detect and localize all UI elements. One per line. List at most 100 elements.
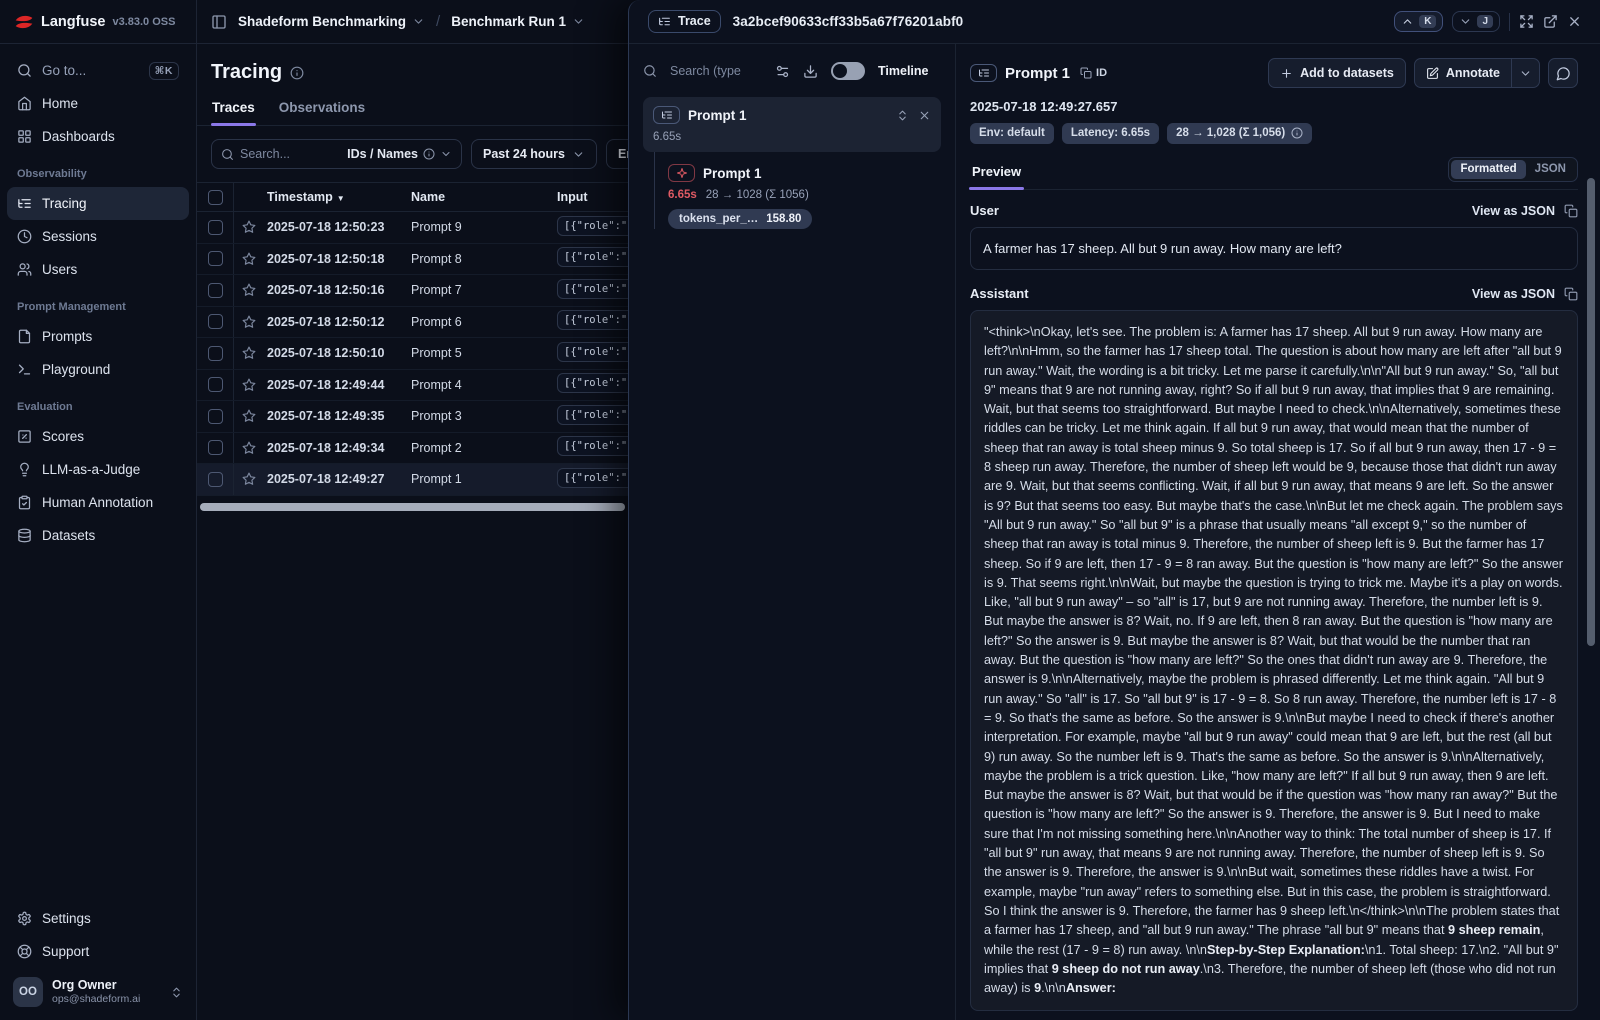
annotate-menu-button[interactable]	[1512, 59, 1539, 87]
timeline-toggle[interactable]	[831, 62, 865, 80]
select-all-checkbox[interactable]	[208, 190, 223, 205]
sidebar: Langfuse v3.83.0 OSS Go to... ⌘K Home Da…	[0, 0, 197, 1020]
copy-icon[interactable]	[1564, 287, 1578, 301]
sidebar-item-dashboards[interactable]: Dashboards	[7, 120, 189, 153]
tree-node-trace[interactable]: Prompt 1 6.65s	[643, 97, 941, 152]
org-switcher[interactable]: OO Org Owner ops@shadeform.ai	[7, 972, 189, 1012]
tab-preview[interactable]: Preview	[970, 160, 1023, 189]
file-icon	[17, 329, 32, 344]
sidebar-item-settings[interactable]: Settings	[7, 902, 189, 935]
sidebar-item-playground[interactable]: Playground	[7, 353, 189, 386]
goto-search[interactable]: Go to... ⌘K	[7, 54, 189, 87]
table-row[interactable]: 2025-07-18 12:49:35 Prompt 3 [{"role":"u…	[197, 401, 640, 433]
table-row[interactable]: 2025-07-18 12:50:23 Prompt 9 [{"role":"u…	[197, 212, 640, 244]
row-checkbox[interactable]	[208, 440, 223, 455]
next-trace-button[interactable]: J	[1452, 11, 1500, 32]
comments-button[interactable]	[1548, 58, 1578, 88]
row-checkbox[interactable]	[208, 220, 223, 235]
sidebar-item-tracing[interactable]: Tracing	[7, 187, 189, 220]
row-checkbox[interactable]	[208, 472, 223, 487]
table-row[interactable]: 2025-07-18 12:50:10 Prompt 5 [{"role":"u…	[197, 338, 640, 370]
sidebar-item-sessions[interactable]: Sessions	[7, 220, 189, 253]
sidebar-item-prompts[interactable]: Prompts	[7, 320, 189, 353]
goto-shortcut: ⌘K	[149, 62, 179, 80]
sidebar-item-home[interactable]: Home	[7, 87, 189, 120]
sidebar-item-label: Scores	[42, 429, 84, 444]
tree-settings-button[interactable]	[775, 64, 790, 79]
vertical-scrollbar[interactable]	[1587, 178, 1595, 646]
format-formatted-option[interactable]: Formatted	[1451, 160, 1525, 179]
unfold-icon[interactable]	[896, 109, 909, 122]
score-badge[interactable]: tokens_per_… 158.80	[668, 209, 812, 229]
sidebar-item-datasets[interactable]: Datasets	[7, 519, 189, 552]
add-to-datasets-button[interactable]: Add to datasets	[1268, 58, 1406, 88]
sidebar-item-llm-as-a-judge[interactable]: LLM-as-a-Judge	[7, 453, 189, 486]
close-panel-button[interactable]	[1567, 14, 1582, 29]
vertical-scrollbar-thumb[interactable]	[1587, 178, 1595, 646]
sidebar-item-scores[interactable]: Scores	[7, 420, 189, 453]
app-version: v3.83.0 OSS	[112, 16, 175, 28]
row-checkbox[interactable]	[208, 283, 223, 298]
star-icon[interactable]	[242, 378, 256, 392]
main-region: Shadeform Benchmarking / Benchmark Run 1…	[197, 0, 640, 1020]
page-title: Tracing	[211, 61, 282, 84]
star-icon[interactable]	[242, 409, 256, 423]
langfuse-logo-icon	[14, 12, 34, 32]
time-range-filter[interactable]: Past 24 hours	[471, 139, 597, 169]
tab-traces[interactable]: Traces	[211, 95, 256, 125]
table-row[interactable]: 2025-07-18 12:49:44 Prompt 4 [{"role":"u…	[197, 370, 640, 402]
sidebar-item-users[interactable]: Users	[7, 253, 189, 286]
assistant-view-as-json-button[interactable]: View as JSON	[1472, 287, 1555, 301]
star-icon[interactable]	[242, 315, 256, 329]
sidebar-item-human-annotation[interactable]: Human Annotation	[7, 486, 189, 519]
star-icon[interactable]	[242, 220, 256, 234]
search-input[interactable]	[240, 147, 341, 161]
row-checkbox[interactable]	[208, 409, 223, 424]
trace-timestamp: 2025-07-18 12:49:44	[264, 378, 411, 392]
row-checkbox[interactable]	[208, 377, 223, 392]
column-name[interactable]: Name	[411, 190, 557, 204]
search-field-select[interactable]: IDs / Names	[347, 147, 452, 161]
tree-search-input[interactable]	[670, 64, 762, 78]
row-checkbox[interactable]	[208, 346, 223, 361]
expand-panel-button[interactable]	[1519, 14, 1534, 29]
column-timestamp[interactable]: Timestamp▼	[264, 190, 411, 204]
star-icon[interactable]	[242, 252, 256, 266]
breadcrumb-org[interactable]: Shadeform Benchmarking	[238, 14, 425, 29]
table-row[interactable]: 2025-07-18 12:50:18 Prompt 8 [{"role":"u…	[197, 244, 640, 276]
pen-icon	[1426, 67, 1439, 80]
table-row[interactable]: 2025-07-18 12:50:12 Prompt 6 [{"role":"u…	[197, 307, 640, 339]
copy-icon[interactable]	[1564, 204, 1578, 218]
detail-title: Prompt 1	[1005, 65, 1070, 82]
row-checkbox[interactable]	[208, 314, 223, 329]
row-checkbox[interactable]	[208, 251, 223, 266]
grid-icon	[17, 129, 32, 144]
user-view-as-json-button[interactable]: View as JSON	[1472, 204, 1555, 218]
breadcrumb-project[interactable]: Benchmark Run 1	[451, 14, 585, 29]
open-in-new-button[interactable]	[1543, 14, 1558, 29]
annotate-button[interactable]: Annotate	[1415, 59, 1511, 87]
prev-trace-button[interactable]: K	[1394, 11, 1443, 32]
table-row[interactable]: 2025-07-18 12:50:16 Prompt 7 [{"role":"u…	[197, 275, 640, 307]
star-icon[interactable]	[242, 346, 256, 360]
panel-left-icon[interactable]	[211, 14, 227, 30]
sidebar-item-support[interactable]: Support	[7, 935, 189, 968]
star-icon[interactable]	[242, 472, 256, 486]
table-row[interactable]: 2025-07-18 12:49:27 Prompt 1 [{"role":"u…	[197, 464, 640, 496]
star-icon[interactable]	[242, 441, 256, 455]
tree-node-generation[interactable]: Prompt 1 6.65s 28 → 1028 (Σ 1056) tokens…	[654, 152, 941, 229]
collapse-icon[interactable]	[918, 109, 931, 122]
star-icon[interactable]	[242, 283, 256, 297]
section-prompt-management: Prompt Management	[7, 286, 189, 320]
download-icon	[803, 64, 818, 79]
horizontal-scrollbar-thumb[interactable]	[200, 503, 625, 511]
copy-id-button[interactable]: ID	[1080, 67, 1107, 79]
score-icon	[17, 429, 32, 444]
table-row[interactable]: 2025-07-18 12:49:34 Prompt 2 [{"role":"u…	[197, 433, 640, 465]
org-name: Org Owner	[52, 978, 161, 993]
download-button[interactable]	[803, 64, 818, 79]
format-json-option[interactable]: JSON	[1526, 160, 1575, 179]
tab-observations[interactable]: Observations	[278, 95, 366, 125]
search-icon	[221, 148, 234, 161]
horizontal-scrollbar[interactable]	[200, 503, 625, 511]
